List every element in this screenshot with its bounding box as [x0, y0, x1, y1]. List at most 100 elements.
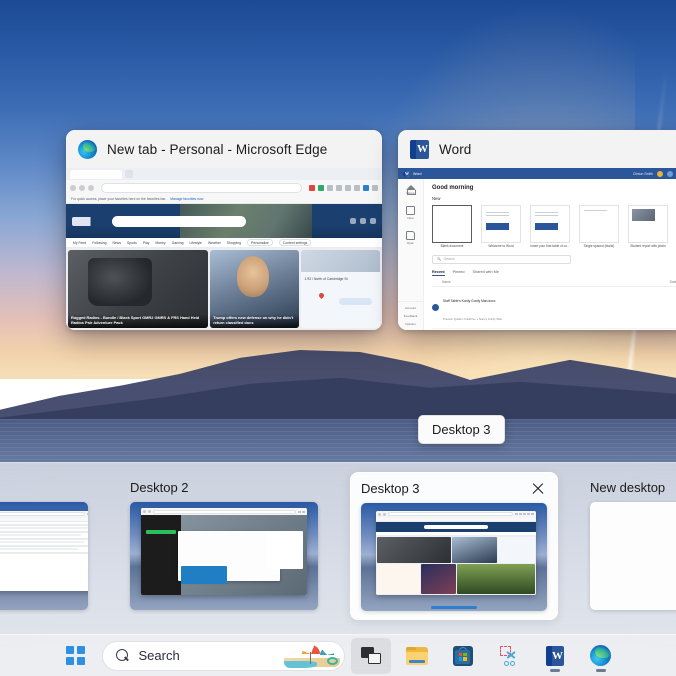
- address-bar[interactable]: [101, 182, 302, 193]
- desktop-thumbnail[interactable]: [130, 502, 318, 610]
- word-navigation-rail[interactable]: Home New Open Account Feedback Options: [398, 179, 424, 330]
- template-blank-document[interactable]: Blank document: [432, 205, 472, 249]
- profile-icon[interactable]: [363, 184, 369, 191]
- new-desktop-thumbnail[interactable]: [590, 502, 676, 610]
- template-thumbnail: [579, 205, 619, 243]
- tab-pinned[interactable]: Pinned: [453, 270, 465, 276]
- word-start-screen: Good morning New Blank document Welcome …: [424, 179, 676, 330]
- edge-tab[interactable]: [70, 169, 122, 179]
- manage-favorites-link[interactable]: Manage favorites now: [170, 197, 203, 201]
- desktop-item-new[interactable]: New desktop: [580, 472, 676, 618]
- template-welcome-to-word[interactable]: Welcome to Word: [481, 205, 521, 249]
- template-single-spaced[interactable]: Single spaced (blank): [579, 205, 619, 249]
- msn-notifications-icon[interactable]: [370, 218, 376, 224]
- desktop-item-2[interactable]: Desktop 2: [120, 472, 328, 618]
- msn-signin-icon[interactable]: [350, 218, 356, 224]
- desktop-tooltip: Desktop 3: [418, 415, 505, 444]
- start-button[interactable]: [56, 638, 96, 674]
- edge-new-tab-icon[interactable]: [125, 170, 133, 178]
- edge-toolbar[interactable]: [66, 180, 382, 195]
- msn-article-card[interactable]: Rugged Radios - Bundle / Black Sport GMR…: [68, 250, 209, 328]
- taskbar-app-file-explorer[interactable]: [397, 638, 437, 674]
- back-icon[interactable]: [70, 184, 76, 191]
- history-icon[interactable]: [336, 184, 342, 191]
- table-row[interactable]: Windows 11 Insider Preview Build 22621.1…: [432, 329, 676, 330]
- msn-nav-item[interactable]: My Feed: [73, 241, 86, 245]
- msn-nav-item[interactable]: News: [113, 241, 121, 245]
- word-search-input[interactable]: 🔍 Search: [432, 254, 572, 264]
- article-image: [236, 256, 270, 297]
- taskbar-app-word[interactable]: W: [535, 638, 575, 674]
- rail-label: New: [407, 216, 414, 220]
- edge-toolbar-icons: [309, 184, 378, 191]
- forward-icon[interactable]: [79, 184, 85, 191]
- tab-recent[interactable]: Recent: [432, 270, 445, 276]
- table-row[interactable]: Staff Table's Kurdy Gordy Man.docx Prest…: [432, 287, 676, 329]
- account-name[interactable]: Clinton Smith: [633, 172, 653, 176]
- task-view-icon: [360, 647, 381, 664]
- template-thumbnail: [628, 205, 668, 243]
- rail-label-feedback[interactable]: Feedback: [404, 314, 418, 318]
- msn-nav-item[interactable]: Following: [92, 241, 106, 245]
- edge-tab-strip[interactable]: [66, 168, 382, 180]
- settings-menu-icon[interactable]: [372, 184, 378, 191]
- downloads-icon[interactable]: [345, 184, 351, 191]
- home-icon: [405, 185, 416, 195]
- desktop-thumbnail[interactable]: [0, 502, 88, 610]
- template-name: Welcome to Word: [488, 244, 514, 248]
- msn-nav-item[interactable]: Lifestyle: [190, 241, 202, 245]
- taskbar-app-edge[interactable]: [581, 638, 621, 674]
- edge-favorites-bar[interactable]: For quick access, place your favorites h…: [66, 195, 382, 204]
- traffic-map-image: [301, 250, 380, 272]
- taskbar-app-snipping-tool[interactable]: [489, 638, 529, 674]
- taskbar-app-microsoft-store[interactable]: [443, 638, 483, 674]
- taskbar-center-group: Search W: [56, 637, 621, 674]
- rail-label-account[interactable]: Account: [405, 306, 416, 310]
- msn-personalize-pill[interactable]: Personalize: [247, 239, 273, 246]
- msn-weather-icon[interactable]: [360, 218, 366, 224]
- refresh-icon[interactable]: [88, 184, 94, 191]
- msn-article-card[interactable]: Trump offers new defense on why he didn'…: [210, 250, 300, 328]
- msn-traffic-card[interactable]: 1.93 / North of Cambridge St: [301, 250, 380, 328]
- task-view-button[interactable]: [350, 637, 391, 674]
- virtual-desktop-strip[interactable]: Desktop 1: [0, 462, 676, 634]
- rail-item-open[interactable]: Open: [406, 231, 415, 245]
- template-insert-table[interactable]: Insert your first table of co...: [530, 205, 570, 249]
- msn-search-input[interactable]: [112, 215, 246, 227]
- rail-label-options[interactable]: Options: [405, 322, 416, 326]
- msn-nav-item[interactable]: Play: [143, 241, 150, 245]
- close-desktop-icon[interactable]: [529, 480, 547, 498]
- taskbar[interactable]: Search W: [0, 634, 676, 676]
- msn-nav-item[interactable]: Weather: [208, 241, 221, 245]
- msn-nav-bar[interactable]: My Feed Following News Sports Play Money…: [66, 238, 382, 248]
- copilot-icon[interactable]: [318, 184, 324, 191]
- traffic-action-button[interactable]: [339, 298, 373, 306]
- msn-nav-item[interactable]: Gaming: [172, 241, 184, 245]
- window-card-edge[interactable]: New tab - Personal - Microsoft Edge For …: [66, 130, 382, 330]
- msn-header: [66, 204, 382, 238]
- tab-shared-with-me[interactable]: Shared with Me: [473, 270, 499, 276]
- desktop-thumbnail[interactable]: [361, 503, 547, 611]
- msn-nav-item[interactable]: Money: [155, 241, 165, 245]
- word-file-tabs[interactable]: Recent Pinned Shared with Me: [432, 270, 676, 276]
- msn-logo[interactable]: [72, 216, 106, 226]
- search-input[interactable]: Search: [101, 640, 345, 671]
- word-file-table-header: Name Date modified: [432, 280, 676, 287]
- msn-content-settings-pill[interactable]: Content settings: [278, 239, 312, 246]
- rail-item-home[interactable]: Home: [405, 185, 416, 195]
- avatar[interactable]: [657, 170, 663, 177]
- msn-nav-item[interactable]: Shopping: [227, 241, 241, 245]
- desktop-item-3[interactable]: Desktop 3: [350, 472, 558, 620]
- rail-item-new[interactable]: New: [406, 206, 415, 220]
- extensions-icon[interactable]: [354, 184, 360, 191]
- window-card-word[interactable]: W Word W Word Clinton Smith Home New Ope…: [398, 130, 676, 330]
- msn-nav-item[interactable]: Sports: [127, 241, 137, 245]
- favorites-icon[interactable]: [327, 184, 333, 191]
- window-title-word: Word: [439, 141, 472, 157]
- minimize-icon[interactable]: [667, 170, 673, 177]
- desktop-item-1[interactable]: Desktop 1: [0, 472, 98, 618]
- desktop-label: Desktop 2: [130, 480, 189, 495]
- collections-icon[interactable]: [309, 184, 315, 191]
- thumbnail-window: [375, 510, 536, 595]
- template-student-report[interactable]: Student report with photo: [628, 205, 668, 249]
